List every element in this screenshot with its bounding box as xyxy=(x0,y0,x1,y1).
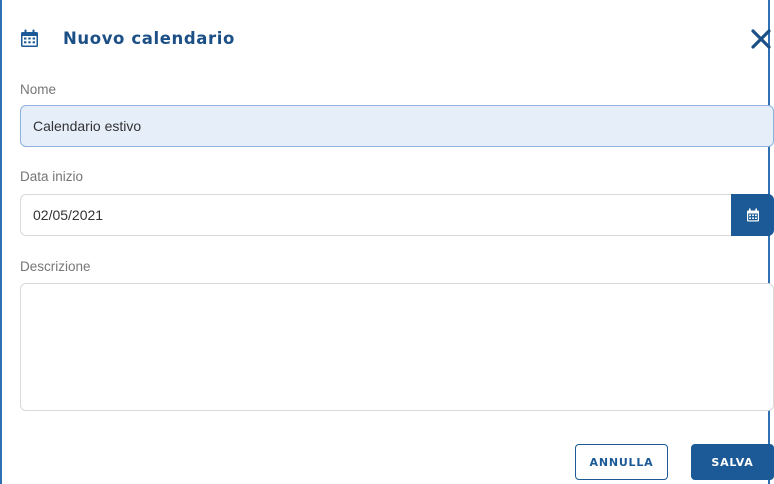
description-textarea[interactable] xyxy=(20,283,774,411)
cancel-button[interactable]: ANNULLA xyxy=(575,444,668,480)
close-icon xyxy=(751,29,771,49)
dialog-header: Nuovo calendario xyxy=(2,0,771,62)
start-date-input[interactable] xyxy=(20,194,732,236)
name-label: Nome xyxy=(20,82,57,97)
calendar-icon xyxy=(21,29,38,47)
close-button[interactable] xyxy=(749,27,773,51)
new-calendar-dialog: Nuovo calendario Nome Data inizio Descri… xyxy=(0,0,774,484)
save-button[interactable]: SALVA xyxy=(691,444,774,480)
start-date-label: Data inizio xyxy=(20,169,84,184)
description-label: Descrizione xyxy=(20,259,91,274)
dialog-title: Nuovo calendario xyxy=(63,29,235,48)
calendar-icon xyxy=(746,208,759,222)
date-picker-button[interactable] xyxy=(731,194,774,236)
name-input[interactable] xyxy=(20,105,774,147)
